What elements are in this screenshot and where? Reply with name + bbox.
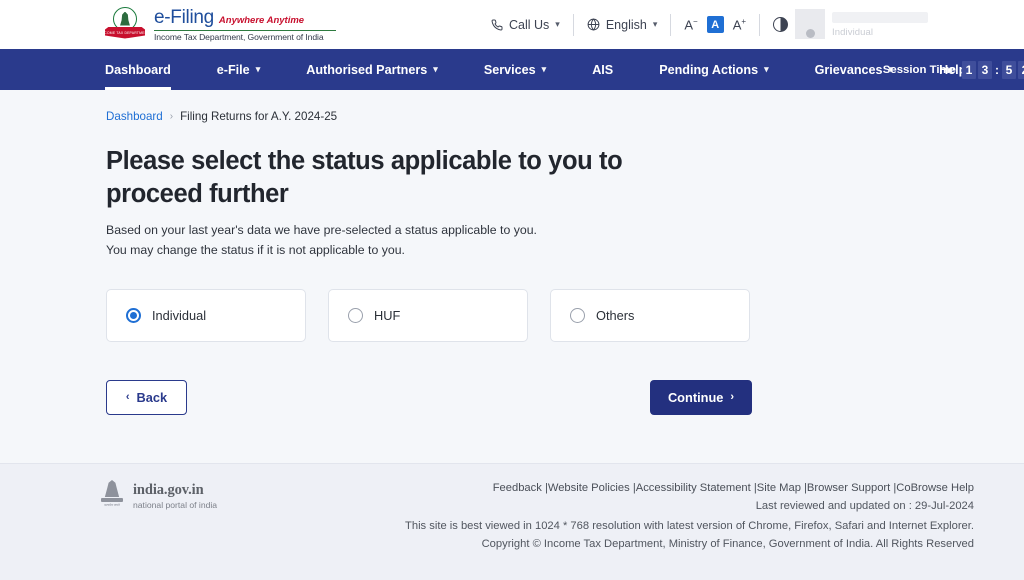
call-us-label: Call Us — [509, 17, 550, 32]
breadcrumb: Dashboard › Filing Returns for A.Y. 2024… — [106, 110, 1024, 123]
session-timer: Session Time 1 3 : 5 2 — [883, 49, 1024, 90]
back-button[interactable]: ‹ Back — [106, 379, 187, 415]
chevron-down-icon: ▾ — [652, 19, 658, 29]
chevron-down-icon: ▾ — [255, 64, 261, 74]
breadcrumb-link-dashboard[interactable]: Dashboard — [106, 110, 163, 123]
main-content: Dashboard › Filing Returns for A.Y. 2024… — [0, 90, 1024, 415]
footer-info: Feedback |Website Policies |Accessibilit… — [405, 482, 974, 550]
income-tax-emblem-icon: INCOME TAX DEPARTMENT — [105, 6, 145, 43]
status-option-label: HUF — [374, 307, 401, 323]
call-us-button[interactable]: Call Us ▾ — [478, 18, 573, 32]
status-option-huf[interactable]: HUF — [328, 288, 528, 342]
session-timer-digits: 1 3 : 5 2 — [962, 60, 1024, 79]
nav-item-pending-actions[interactable]: Pending Actions ▾ — [659, 49, 768, 90]
site-header: INCOME TAX DEPARTMENT e-Filing Anywhere … — [0, 0, 1024, 49]
globe-icon — [587, 18, 600, 31]
session-timer-label: Session Time — [882, 63, 956, 76]
page-root: INCOME TAX DEPARTMENT e-Filing Anywhere … — [0, 0, 1024, 580]
subtext-line-1: Based on your last year's data we have p… — [106, 222, 537, 237]
header-controls: Call Us ▾ English ▾ A− A A+ — [478, 0, 801, 49]
main-navigation: Dashboard e-File ▾ Authorised Partners ▾… — [0, 49, 1024, 90]
font-decrease-button[interactable]: A− — [684, 17, 697, 31]
radio-individual[interactable] — [126, 307, 141, 323]
status-options-group: Individual HUF Others — [106, 288, 1024, 342]
nav-item-dashboard[interactable]: Dashboard — [105, 49, 171, 90]
language-selector[interactable]: English ▾ — [574, 18, 671, 32]
page-subtext: Based on your last year's data we have p… — [106, 221, 1024, 261]
user-role: Individual — [832, 27, 874, 38]
brand-title: e-Filing — [154, 6, 214, 28]
site-footer: सत्यमेव जयते india.gov.in national porta… — [0, 463, 1024, 580]
status-option-label: Individual — [152, 307, 207, 323]
footer-last-reviewed: Last reviewed and updated on : 29-Jul-20… — [755, 500, 974, 512]
font-normal-button[interactable]: A — [706, 16, 724, 33]
nav-label: Services — [483, 62, 536, 77]
nav-label: Pending Actions — [659, 62, 759, 77]
footer-links[interactable]: Feedback |Website Policies |Accessibilit… — [405, 482, 974, 494]
status-option-individual[interactable]: Individual — [106, 288, 306, 342]
chevron-down-icon: ▾ — [555, 19, 560, 29]
nav-label: Authorised Partners — [306, 62, 428, 77]
font-increase-button[interactable]: A+ — [733, 17, 746, 31]
nav-item-e-file[interactable]: e-File ▾ — [217, 49, 260, 90]
back-button-label: Back — [136, 389, 168, 405]
breadcrumb-separator-icon: › — [169, 111, 174, 122]
status-option-others[interactable]: Others — [550, 288, 750, 342]
page-title: Please select the status applicable to y… — [106, 147, 623, 209]
nav-item-ais[interactable]: AIS — [592, 49, 613, 90]
user-name — [832, 12, 928, 23]
nav-item-services[interactable]: Services ▾ — [484, 49, 546, 90]
nav-label: Grievances — [814, 62, 883, 77]
breadcrumb-current: Filing Returns for A.Y. 2024-25 — [180, 110, 338, 123]
subtext-line-2: You may change the status if it is not a… — [106, 242, 405, 257]
session-separator: : — [995, 62, 999, 77]
phone-icon — [491, 19, 503, 30]
continue-button[interactable]: Continue › — [650, 379, 752, 415]
chevron-down-icon: ▾ — [541, 64, 547, 74]
form-actions: ‹ Back Continue › — [106, 379, 752, 415]
brand-divider — [154, 29, 336, 31]
user-profile[interactable]: Individual — [795, 9, 928, 39]
brand-logo[interactable]: INCOME TAX DEPARTMENT e-Filing Anywhere … — [105, 6, 336, 43]
session-digit: 2 — [1018, 60, 1024, 79]
india-gov-title: india.gov.in — [133, 482, 204, 498]
avatar — [795, 9, 825, 39]
session-digit: 5 — [1002, 60, 1016, 79]
font-size-controls: A− A A+ — [671, 16, 759, 33]
nav-label: AIS — [592, 62, 614, 77]
radio-huf[interactable] — [348, 307, 363, 323]
nav-label: Dashboard — [105, 62, 171, 77]
continue-button-label: Continue — [667, 389, 724, 405]
contrast-toggle-icon[interactable] — [773, 17, 789, 32]
footer-best-viewed: This site is best viewed in 1024 * 768 r… — [405, 520, 974, 532]
brand-text: e-Filing Anywhere Anytime Income Tax Dep… — [154, 6, 336, 43]
emblem-caption: सत्यमेव जयते — [104, 503, 120, 507]
session-digit: 3 — [978, 60, 992, 79]
session-digit: 1 — [962, 60, 976, 79]
chevron-left-icon: ‹ — [125, 391, 130, 404]
status-option-label: Others — [596, 307, 635, 323]
brand-subtitle: Income Tax Department, Government of Ind… — [154, 32, 324, 43]
nav-item-authorised-partners[interactable]: Authorised Partners ▾ — [306, 49, 438, 90]
national-emblem-icon: सत्यमेव जयते — [100, 480, 124, 512]
footer-copyright: Copyright © Income Tax Department, Minis… — [481, 538, 974, 550]
emblem-banner-text: INCOME TAX DEPARTMENT — [100, 30, 150, 35]
chevron-right-icon: › — [730, 391, 735, 404]
brand-tagline: Anywhere Anytime — [218, 14, 305, 26]
chevron-down-icon: ▾ — [433, 64, 438, 74]
language-label: English — [605, 17, 647, 32]
nav-item-grievances[interactable]: Grievances ▾ — [815, 49, 893, 90]
chevron-down-icon: ▾ — [764, 64, 769, 74]
india-gov-subtitle: national portal of india — [133, 500, 218, 510]
radio-others[interactable] — [570, 307, 585, 323]
nav-label: e-File — [216, 62, 250, 77]
